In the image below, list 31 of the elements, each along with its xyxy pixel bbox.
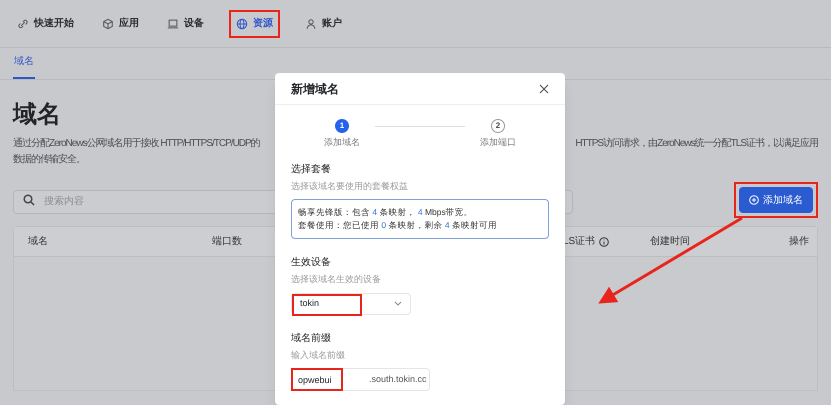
count-value: 4 [418,206,423,219]
step-label: 添加域名 [324,136,360,149]
field-label: 域名前缀 [291,332,331,346]
count-value: 0 [381,219,386,232]
field-hint: 选择该域名生效的设备 [291,273,381,286]
page-title: 域名 [13,100,61,130]
description-text: HTTPS访问请求，由ZeroNews统一分配TLS证书，以满足应用 [575,136,818,151]
plan-info-text: 条映射， [378,206,416,219]
description-text: 数据的传输安全。 [13,152,86,167]
step-label: 添加端口 [480,136,516,149]
plan-info-text: 套餐使用：您已使用 [298,219,380,232]
select-value: tokin [300,296,320,310]
domain-suffix: .south.tokin.cc [368,372,427,386]
dialog-title: 新增域名 [291,80,339,98]
count-value: 4 [372,206,378,219]
plan-info-text: 条映射，剩余 [387,219,444,232]
plan-info-text: Mbps带宽。 [424,206,473,219]
field-label: 选择套餐 [291,162,331,176]
column-header: 操作 [789,235,809,249]
count-value: 4 [444,219,450,232]
step-number: 1 [335,119,349,133]
plan-info-text: 条映射可用 [450,219,497,232]
description-text: 通过分配ZeroNews公网域名用于接收 HTTP/HTTPS/TCP/UDP的 [13,136,260,151]
plan-info-text: 畅享先锋版：包含 [298,206,371,219]
field-hint: 输入域名前缀 [291,348,345,362]
column-header: 创建时间 [650,234,690,249]
field-hint: 选择该域名要使用的套餐权益 [291,180,408,192]
column-header: 域名 [28,234,48,249]
step-number: 2 [491,119,505,133]
field-label: 生效设备 [291,256,331,270]
column-header: 端口数 [212,234,242,249]
